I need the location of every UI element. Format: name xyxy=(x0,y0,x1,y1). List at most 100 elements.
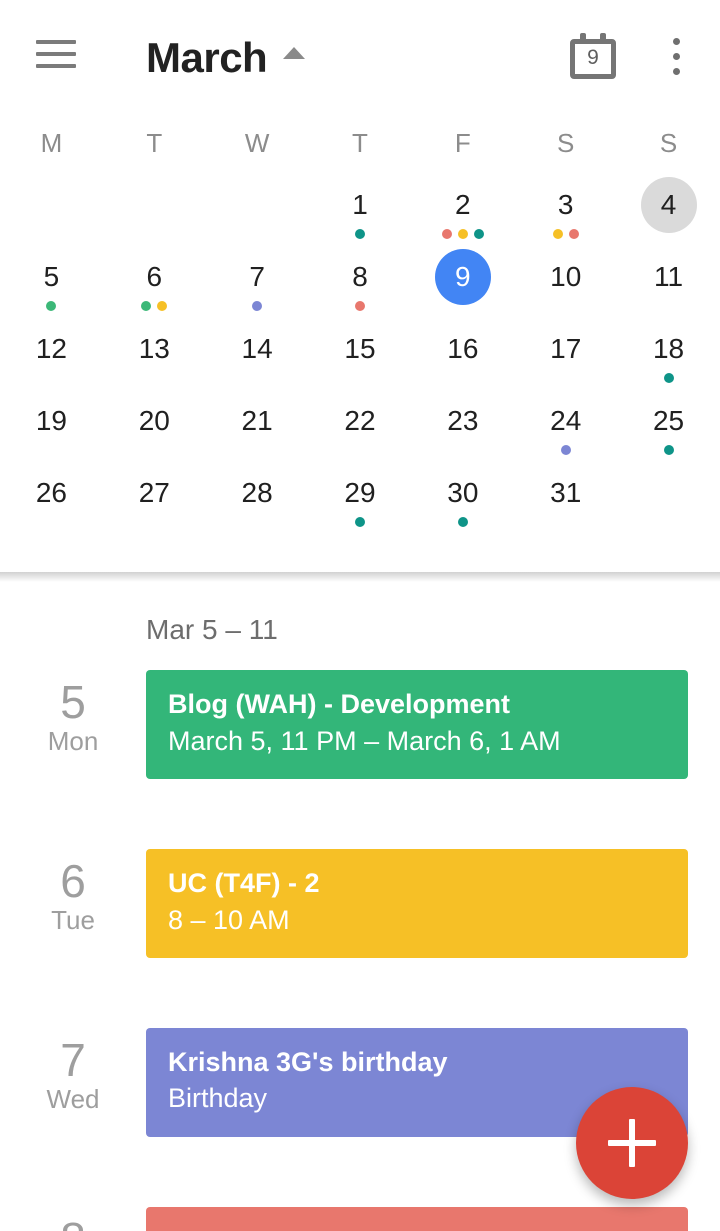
weekday-header: M xyxy=(40,127,63,158)
day-number: 28 xyxy=(241,477,273,508)
day-cell[interactable]: 29 xyxy=(309,462,412,534)
day-number: 15 xyxy=(344,333,376,364)
month-grid: MTWTFSS 1 2 3 4 5 6 7 8 9 10 11 12 13 14 15 16 17 18 19 20 2… xyxy=(0,112,720,575)
day-cell[interactable]: 16 xyxy=(411,318,514,390)
day-cell[interactable]: 1 xyxy=(309,174,412,246)
agenda-day-number: 7 xyxy=(60,1033,86,1086)
agenda-event-column: UC (T4F) - 2 8 – 10 AM xyxy=(146,848,720,958)
hamburger-bar xyxy=(36,40,76,44)
calendar-today-icon[interactable]: 9 xyxy=(570,33,616,79)
agenda-event-title: UC (T4F) - 2 xyxy=(168,867,320,898)
event-dot xyxy=(141,301,152,311)
day-cell[interactable]: 11 xyxy=(617,246,720,318)
day-cell[interactable]: 28 xyxy=(206,462,309,534)
day-number xyxy=(641,465,697,521)
day-number: 19 xyxy=(35,405,67,436)
day-cell-empty xyxy=(0,174,103,246)
event-dots xyxy=(663,372,674,384)
event-dots xyxy=(457,516,468,528)
day-number: 1 xyxy=(352,189,368,220)
day-cell[interactable]: 26 xyxy=(0,462,103,534)
agenda-event-block[interactable]: Blog (WAH) - Development March 5, 11 PM –… xyxy=(146,670,688,779)
day-cell[interactable]: 9 xyxy=(411,246,514,318)
day-cell[interactable]: 5 xyxy=(0,246,103,318)
day-number: 12 xyxy=(35,333,67,364)
day-cell[interactable]: 14 xyxy=(206,318,309,390)
agenda-day-abbr: Tue xyxy=(51,905,95,936)
agenda-event-title: Krishna 3G's birthday xyxy=(168,1046,448,1077)
day-cell[interactable]: 2 xyxy=(411,174,514,246)
agenda-date-column: 5 Mon xyxy=(0,670,146,779)
event-dots xyxy=(441,228,484,240)
month-title-dropdown[interactable]: March xyxy=(146,30,306,86)
day-cell[interactable]: 4 xyxy=(617,174,720,246)
day-cell[interactable]: 15 xyxy=(309,318,412,390)
day-cell[interactable]: 13 xyxy=(103,318,206,390)
weekday-header-row: MTWTFSS xyxy=(0,112,720,174)
event-dot xyxy=(354,517,365,527)
day-number: 7 xyxy=(249,261,265,292)
day-cell[interactable]: 27 xyxy=(103,462,206,534)
day-number: 13 xyxy=(138,333,170,364)
day-cell-empty xyxy=(206,174,309,246)
agenda-row: 8 xyxy=(0,1206,720,1231)
day-cell[interactable]: 12 xyxy=(0,318,103,390)
agenda-row-gap xyxy=(0,958,720,1028)
day-number: 14 xyxy=(241,333,273,364)
event-dots xyxy=(354,516,365,528)
weekday-header: W xyxy=(244,127,270,158)
weekday-header: S xyxy=(659,127,678,158)
day-cell[interactable]: 19 xyxy=(0,390,103,462)
weekday-header: T xyxy=(352,127,368,158)
day-cell[interactable]: 31 xyxy=(514,462,617,534)
agenda-date-column: 6 Tue xyxy=(0,849,146,958)
week-row: 1 2 3 4 xyxy=(0,174,720,246)
day-cell[interactable]: 25 xyxy=(617,390,720,462)
agenda-event-block[interactable]: UC (T4F) - 2 8 – 10 AM xyxy=(146,848,688,958)
agenda-event-block[interactable] xyxy=(146,1206,688,1231)
event-dots xyxy=(560,444,571,456)
day-cell[interactable]: 6 xyxy=(103,246,206,318)
day-cell[interactable]: 20 xyxy=(103,390,206,462)
event-dot xyxy=(441,229,452,239)
day-cell[interactable]: 21 xyxy=(206,390,309,462)
day-number: 3 xyxy=(557,189,574,220)
day-cell[interactable]: 23 xyxy=(411,390,514,462)
hamburger-menu-icon[interactable] xyxy=(36,40,76,72)
day-number: 27 xyxy=(138,477,170,508)
day-number: 31 xyxy=(550,477,582,508)
week-row: 26 27 28 29 30 31 xyxy=(0,462,720,534)
day-number: 30 xyxy=(447,477,479,508)
overflow-dot xyxy=(672,53,680,60)
event-dot xyxy=(457,229,468,239)
event-dot xyxy=(354,301,365,311)
day-cell[interactable]: 7 xyxy=(206,246,309,318)
event-dots xyxy=(141,300,168,312)
create-event-fab[interactable] xyxy=(576,1087,688,1199)
day-number: 23 xyxy=(447,405,479,436)
day-number: 5 xyxy=(43,261,60,292)
day-cell[interactable]: 30 xyxy=(411,462,514,534)
day-cell[interactable]: 8 xyxy=(309,246,412,318)
day-cell[interactable]: 3 xyxy=(514,174,617,246)
day-cell[interactable]: 10 xyxy=(514,246,617,318)
agenda-event-subtitle: 8 – 10 AM xyxy=(168,904,290,935)
day-cell[interactable]: 22 xyxy=(309,390,412,462)
overflow-dot xyxy=(672,68,680,75)
event-dots xyxy=(354,228,365,240)
event-dots xyxy=(252,300,263,312)
agenda-row: 5 Mon Blog (WAH) - Development March 5, 11 … xyxy=(0,670,720,779)
day-cell[interactable]: 24 xyxy=(514,390,617,462)
day-cell[interactable]: 18 xyxy=(617,318,720,390)
day-number: 20 xyxy=(138,405,170,436)
day-number: 25 xyxy=(652,405,685,436)
event-dot xyxy=(46,301,57,311)
calendar-icon-day: 9 xyxy=(587,46,599,69)
calendar-app: March 9 MTWTFSS 1 2 3 4 5 6 7 8 9 10 11 12 13 14 15 16 1… xyxy=(0,0,720,1231)
hamburger-bar xyxy=(36,64,76,68)
caret-up-icon xyxy=(283,47,306,59)
day-cell[interactable]: 17 xyxy=(514,318,617,390)
agenda-day-abbr: Wed xyxy=(46,1083,100,1114)
more-vertical-icon[interactable] xyxy=(666,38,686,76)
agenda-event-column xyxy=(146,1206,720,1231)
